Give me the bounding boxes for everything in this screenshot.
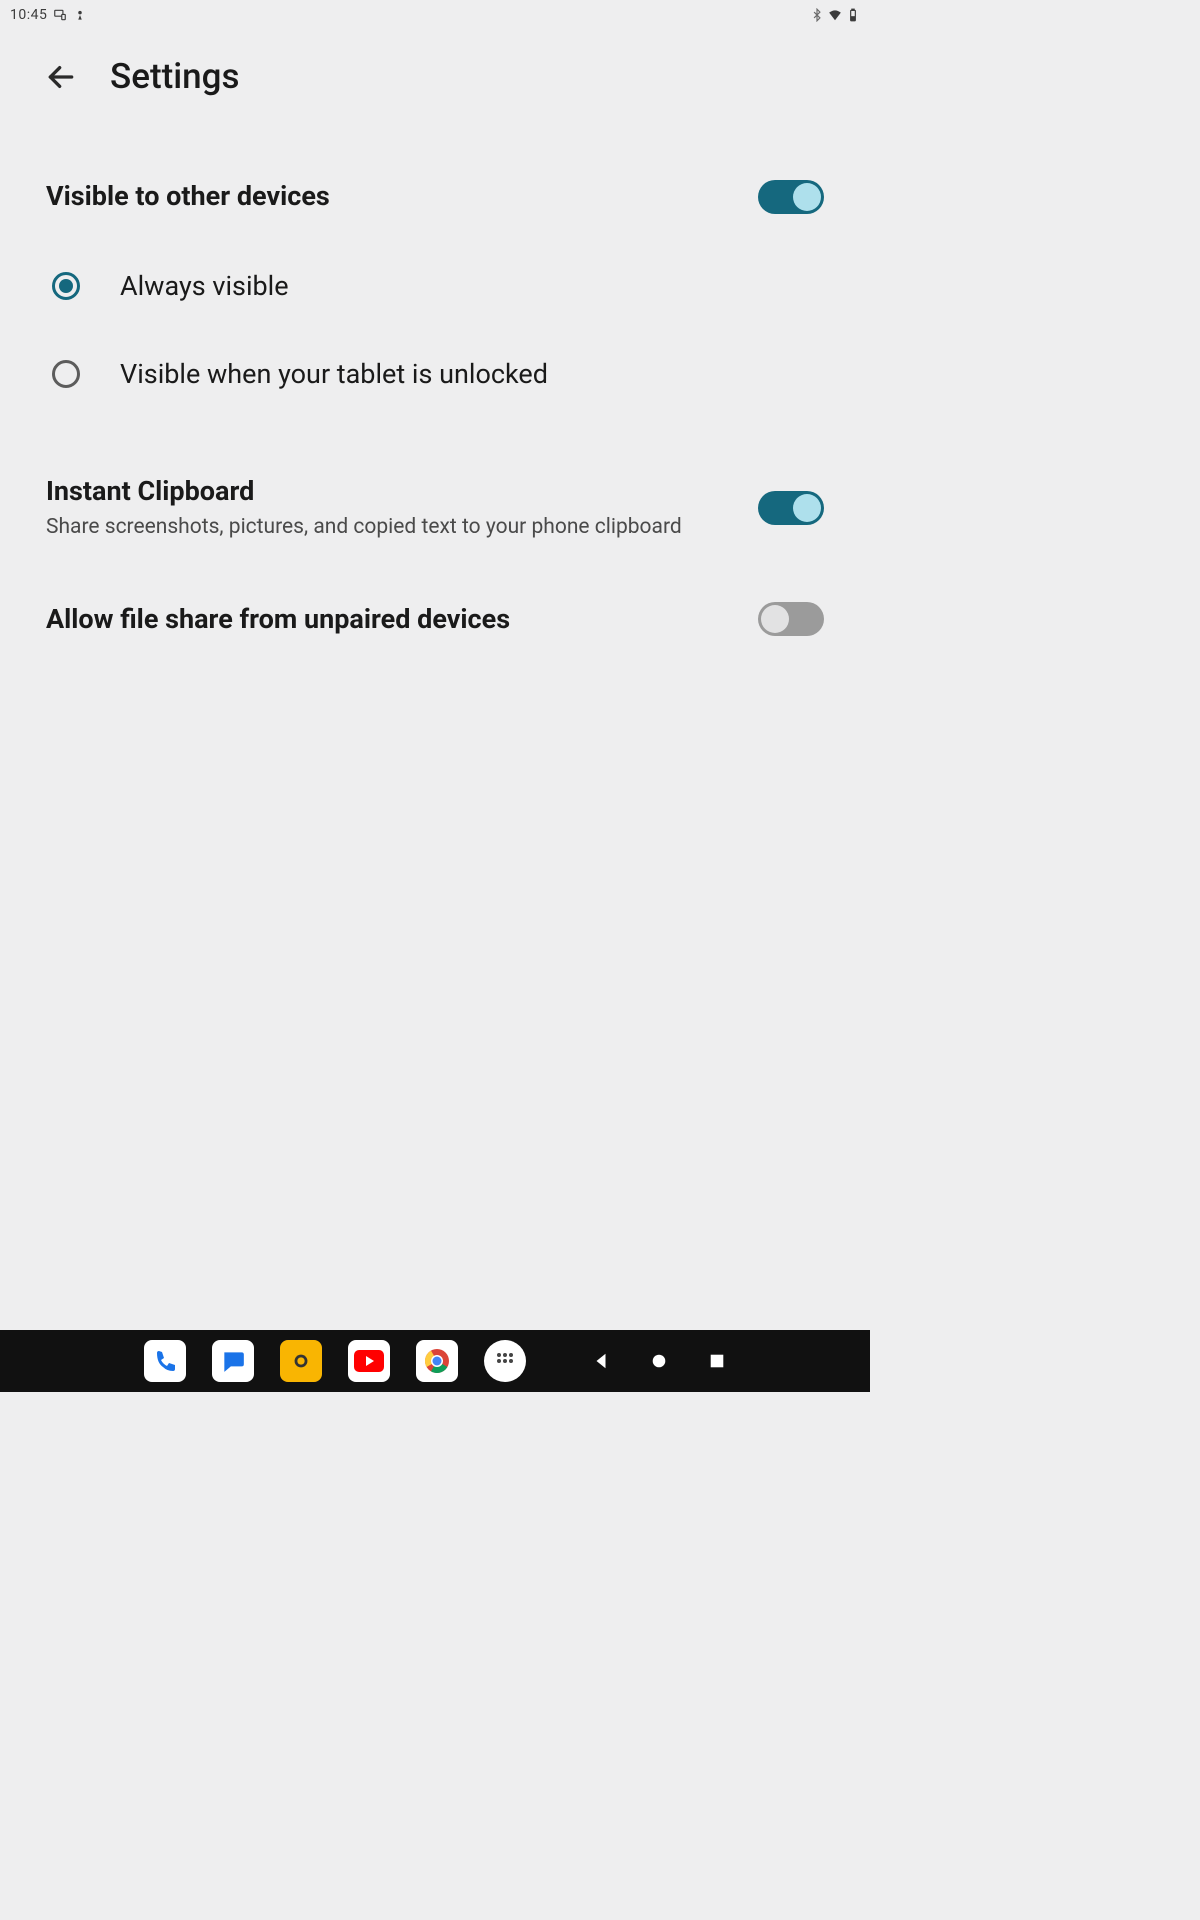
back-button[interactable] [44, 60, 78, 94]
setting-subtitle: Share screenshots, pictures, and copied … [46, 513, 738, 541]
cast-icon [53, 8, 67, 22]
arrow-left-icon [45, 61, 77, 93]
radio-label: Always visible [120, 270, 289, 302]
app-drawer[interactable] [484, 1340, 526, 1382]
nav-bar [0, 1330, 870, 1392]
nav-back-icon[interactable] [592, 1352, 610, 1370]
nav-controls [592, 1352, 726, 1370]
messages-icon [220, 1348, 246, 1374]
header: Settings [0, 26, 870, 127]
youtube-icon [354, 1350, 384, 1372]
toggle-visible-to-devices[interactable] [758, 180, 824, 214]
setting-title: Visible to other devices [46, 179, 738, 214]
battery-icon [846, 8, 860, 22]
nav-recent-icon[interactable] [708, 1352, 726, 1370]
content: Visible to other devices Always visible … [0, 127, 870, 667]
app-phone[interactable] [144, 1340, 186, 1382]
nav-home-icon[interactable] [650, 1352, 668, 1370]
setting-visible-to-devices: Visible to other devices [46, 127, 824, 232]
status-time: 10:45 [10, 7, 47, 23]
app-youtube[interactable] [348, 1340, 390, 1382]
phone-icon [153, 1349, 177, 1373]
setting-instant-clipboard: Instant Clipboard Share screenshots, pic… [46, 438, 824, 571]
apps-icon [495, 1351, 515, 1371]
setting-title: Instant Clipboard [46, 474, 738, 509]
toggle-knob [793, 183, 821, 211]
radio-indicator [52, 360, 80, 388]
status-bar: 10:45 [0, 0, 870, 26]
status-right [810, 8, 860, 22]
radio-always-visible[interactable]: Always visible [46, 242, 824, 330]
app-messages[interactable] [212, 1340, 254, 1382]
setting-allow-unpaired-fileshare: Allow file share from unpaired devices [46, 572, 824, 667]
radio-label: Visible when your tablet is unlocked [120, 358, 548, 390]
toggle-allow-unpaired-fileshare[interactable] [758, 602, 824, 636]
visibility-radio-group: Always visible Visible when your tablet … [46, 232, 824, 438]
toggle-knob [793, 494, 821, 522]
radio-indicator [52, 272, 80, 300]
camera-icon [290, 1350, 312, 1372]
wifi-icon [828, 8, 842, 22]
setting-title: Allow file share from unpaired devices [46, 602, 738, 637]
app-chrome[interactable] [416, 1340, 458, 1382]
toggle-instant-clipboard[interactable] [758, 491, 824, 525]
toggle-knob [761, 605, 789, 633]
location-icon [73, 8, 87, 22]
page-title: Settings [110, 56, 240, 97]
app-camera[interactable] [280, 1340, 322, 1382]
radio-visible-when-unlocked[interactable]: Visible when your tablet is unlocked [46, 330, 824, 418]
bluetooth-icon [810, 8, 824, 22]
chrome-icon [423, 1347, 451, 1375]
status-left: 10:45 [10, 7, 87, 23]
